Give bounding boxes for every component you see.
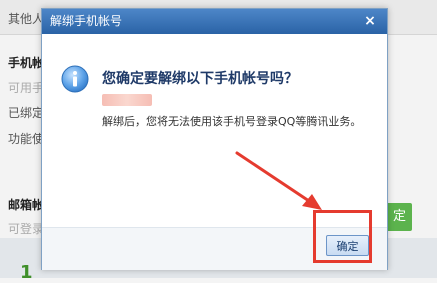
background-text-feature: 功能使 [8, 132, 45, 146]
dialog-note: 解绑后，您将无法使用该手机号登录QQ等腾讯业务。 [102, 115, 362, 128]
background-text-email-desc: 可登录 [8, 222, 45, 236]
dialog-question: 您确定要解绑以下手机帐号吗？ [102, 71, 298, 87]
dialog-title: 解绑手机帐号 [50, 14, 123, 28]
background-heading-email: 邮箱帐 [8, 198, 45, 212]
background-text-phone-desc: 可用手 [8, 81, 45, 95]
background-text-other: 其他人 [8, 12, 45, 26]
dialog-body: 您确定要解绑以下手机帐号吗？ 解绑后，您将无法使用该手机号登录QQ等腾讯业务。 [42, 34, 387, 227]
background-text-bound: 已绑定 [8, 106, 45, 120]
masked-phone-number [102, 94, 152, 106]
info-icon [61, 65, 89, 93]
dialog-titlebar: 解绑手机帐号 × [42, 9, 387, 34]
close-icon[interactable]: × [361, 12, 379, 30]
background-bottom-number: 1 [20, 262, 33, 283]
highlight-box [313, 210, 372, 263]
